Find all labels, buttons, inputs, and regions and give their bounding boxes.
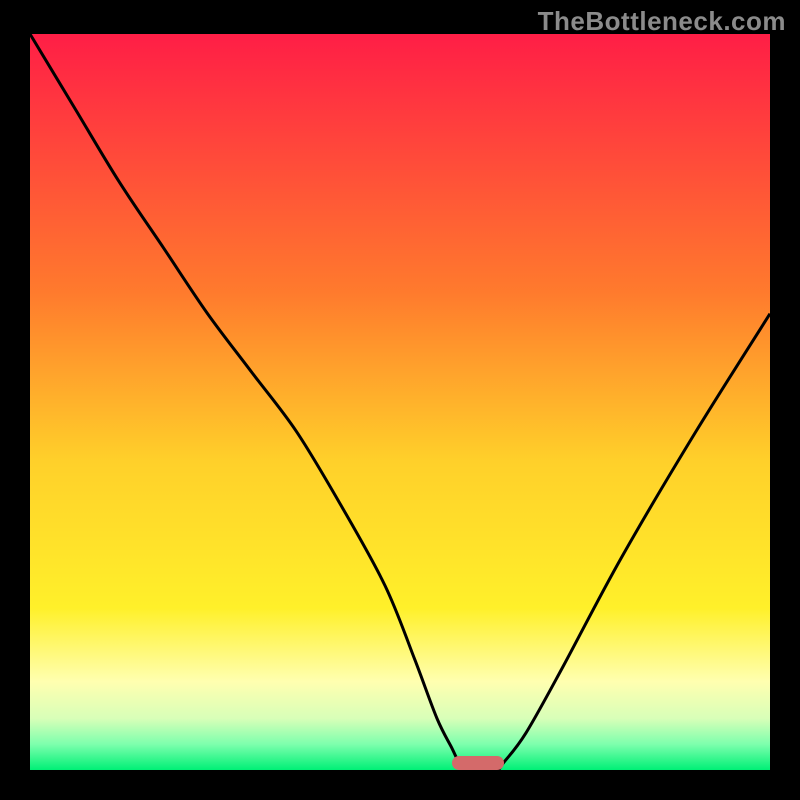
chart-frame: TheBottleneck.com bbox=[0, 0, 800, 800]
bottleneck-curve bbox=[30, 34, 770, 770]
plot-area bbox=[30, 34, 770, 770]
attribution-label: TheBottleneck.com bbox=[538, 6, 786, 37]
optimal-marker bbox=[452, 756, 504, 770]
